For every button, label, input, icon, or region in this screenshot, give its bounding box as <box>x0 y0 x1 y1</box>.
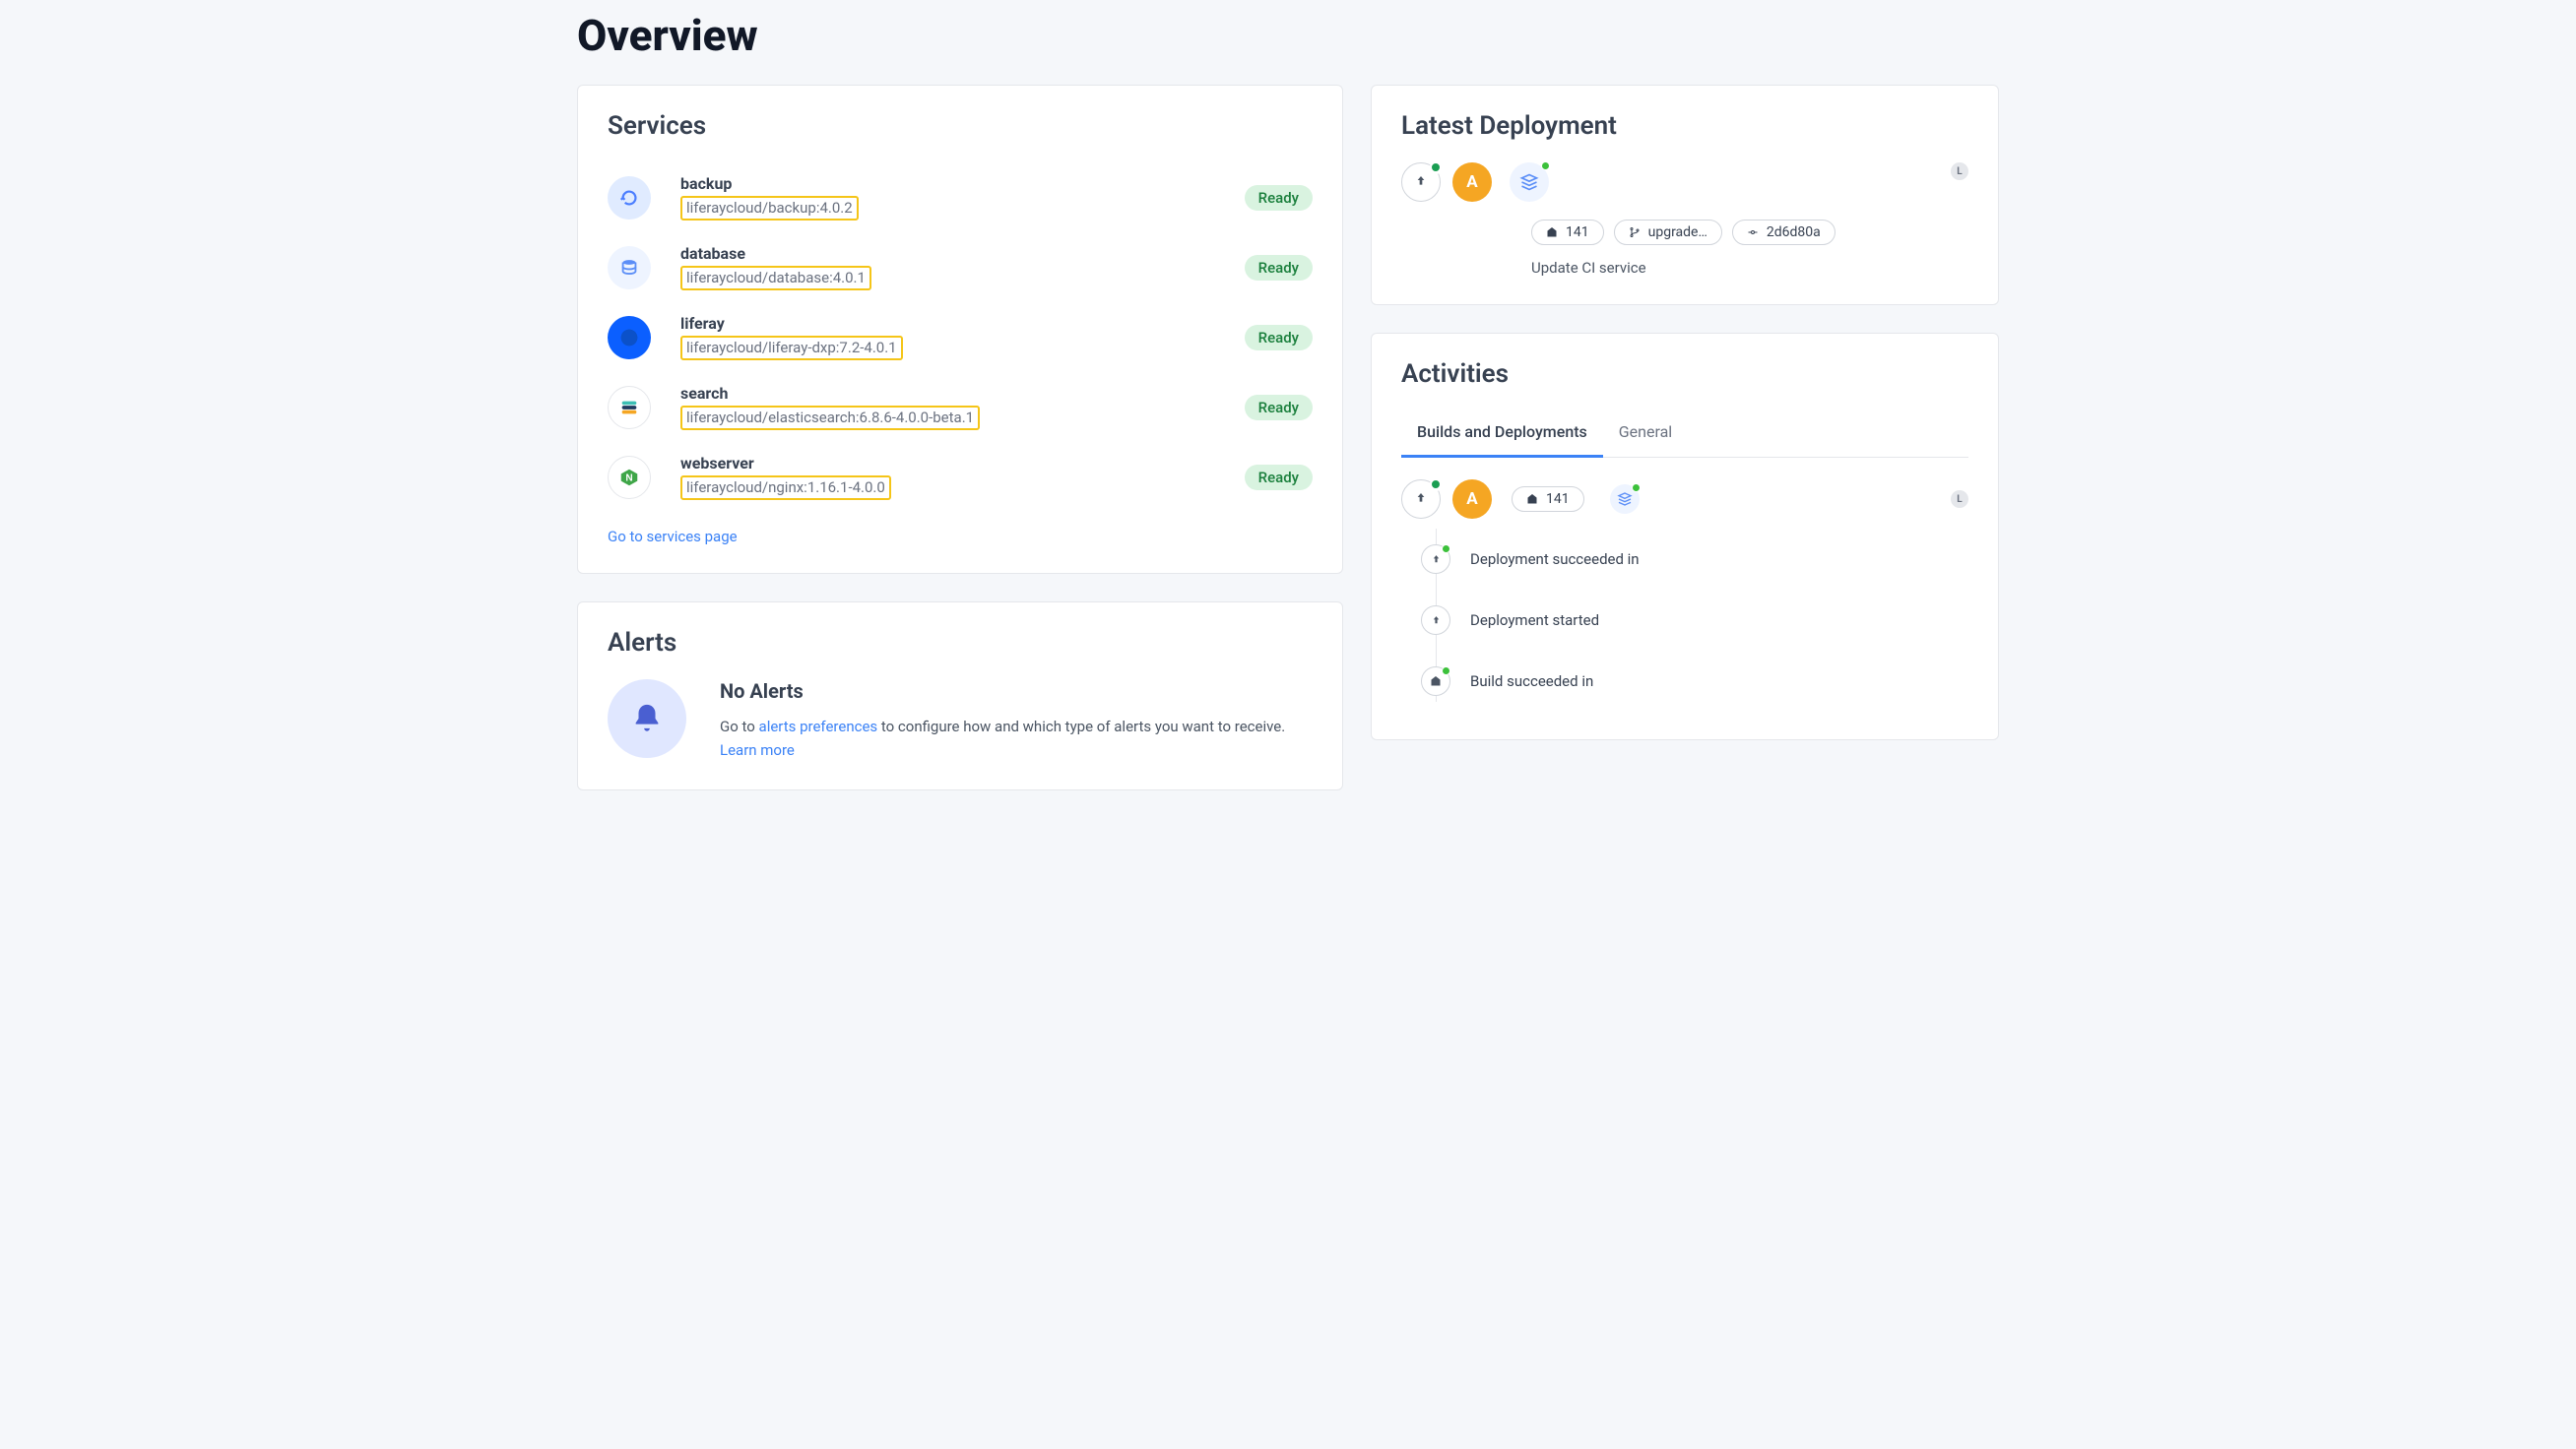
stack-icon <box>1610 484 1640 514</box>
clock-icon: L <box>1951 490 1968 508</box>
timeline-item[interactable]: Deployment started <box>1421 590 1968 651</box>
services-title: Services <box>608 111 1313 141</box>
status-dot-icon <box>1442 544 1450 553</box>
deployer-avatar[interactable]: A <box>1452 162 1492 202</box>
upload-icon <box>1421 605 1450 635</box>
bell-icon <box>608 679 686 758</box>
backup-icon <box>608 176 651 220</box>
status-dot-icon <box>1541 161 1550 170</box>
services-page-link[interactable]: Go to services page <box>608 528 738 545</box>
alerts-heading: No Alerts <box>720 679 1313 703</box>
learn-more-link[interactable]: Learn more <box>720 741 795 759</box>
status-badge: Ready <box>1245 465 1313 490</box>
deployment-message: Update CI service <box>1531 259 1968 277</box>
timeline-text: Deployment started <box>1470 611 1599 629</box>
commit-hash: 2d6d80a <box>1767 224 1821 240</box>
latest-deployment-card: Latest Deployment A <box>1371 85 1999 305</box>
build-number: 141 <box>1546 491 1570 507</box>
activity-timeline: Deployment succeeded in Deployment start… <box>1421 529 1968 712</box>
nginx-icon: N <box>608 456 651 499</box>
deployment-status-icon <box>1401 162 1441 202</box>
build-number-pill[interactable]: 141 <box>1531 220 1604 245</box>
stack-icon <box>1510 162 1549 202</box>
activities-tabs: Builds and Deployments General <box>1401 410 1968 458</box>
service-name: liferay <box>680 314 1215 333</box>
service-row-liferay[interactable]: liferay liferaycloud/liferay-dxp:7.2-4.0… <box>608 302 1313 372</box>
service-image-tag: liferaycloud/database:4.0.1 <box>680 266 871 290</box>
tab-builds-deployments[interactable]: Builds and Deployments <box>1401 410 1603 458</box>
service-row-search[interactable]: search liferaycloud/elasticsearch:6.8.6-… <box>608 372 1313 442</box>
service-image-tag: liferaycloud/liferay-dxp:7.2-4.0.1 <box>680 336 903 360</box>
activity-status-icon <box>1401 479 1441 519</box>
branch-pill[interactable]: upgrade… <box>1614 220 1722 245</box>
service-name: webserver <box>680 454 1215 472</box>
branch-name: upgrade… <box>1648 224 1707 240</box>
service-name: database <box>680 244 1215 263</box>
liferay-icon <box>608 316 651 359</box>
service-image-tag: liferaycloud/nginx:1.16.1-4.0.0 <box>680 475 891 500</box>
alerts-text-mid: to configure how and which type of alert… <box>877 718 1285 735</box>
timeline-text: Build succeeded in <box>1470 672 1593 690</box>
success-indicator-icon <box>1430 478 1442 490</box>
service-row-backup[interactable]: backup liferaycloud/backup:4.0.2 Ready <box>608 162 1313 232</box>
service-row-database[interactable]: database liferaycloud/database:4.0.1 Rea… <box>608 232 1313 302</box>
status-badge: Ready <box>1245 255 1313 281</box>
page-title: Overview <box>569 0 2007 85</box>
service-row-webserver[interactable]: N webserver liferaycloud/nginx:1.16.1-4.… <box>608 442 1313 512</box>
status-dot-icon <box>1442 666 1450 675</box>
status-badge: Ready <box>1245 325 1313 350</box>
svg-text:N: N <box>625 472 632 483</box>
alerts-description: Go to alerts preferences to configure ho… <box>720 715 1313 762</box>
services-card: Services backup liferaycloud/backup:4.0.… <box>577 85 1343 574</box>
timeline-item[interactable]: Deployment succeeded in <box>1421 529 1968 590</box>
service-image-tag: liferaycloud/elasticsearch:6.8.6-4.0.0-b… <box>680 406 980 430</box>
clock-icon: L <box>1951 162 1968 180</box>
latest-deployment-title: Latest Deployment <box>1401 111 1968 141</box>
status-badge: Ready <box>1245 185 1313 211</box>
status-badge: Ready <box>1245 395 1313 420</box>
service-image-tag: liferaycloud/backup:4.0.2 <box>680 196 859 220</box>
pin-icon <box>1421 666 1450 696</box>
commit-pill[interactable]: 2d6d80a <box>1732 220 1835 245</box>
success-indicator-icon <box>1430 161 1442 173</box>
timeline-text: Deployment succeeded in <box>1470 550 1640 568</box>
alerts-title: Alerts <box>608 628 1313 658</box>
tab-general[interactable]: General <box>1603 410 1688 458</box>
elasticsearch-icon <box>608 386 651 429</box>
alerts-text-pre: Go to <box>720 718 759 735</box>
activities-card: Activities Builds and Deployments Genera… <box>1371 333 1999 740</box>
activities-title: Activities <box>1401 359 1968 389</box>
alerts-card: Alerts No Alerts Go to alerts preference… <box>577 601 1343 790</box>
activity-avatar[interactable]: A <box>1452 479 1492 519</box>
upload-icon <box>1421 544 1450 574</box>
status-dot-icon <box>1632 483 1641 492</box>
build-number: 141 <box>1566 224 1589 240</box>
timeline-item[interactable]: Build succeeded in <box>1421 651 1968 712</box>
activity-build-pill[interactable]: 141 <box>1512 486 1584 512</box>
database-icon <box>608 246 651 289</box>
alerts-preferences-link[interactable]: alerts preferences <box>759 718 878 735</box>
activity-header-row: A 141 L <box>1401 479 1968 519</box>
service-name: backup <box>680 174 1215 193</box>
service-name: search <box>680 384 1215 403</box>
